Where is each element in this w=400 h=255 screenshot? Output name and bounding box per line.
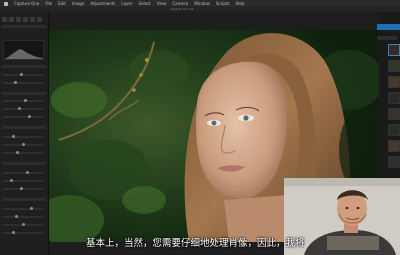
thumbnail[interactable] (388, 140, 400, 152)
active-tab[interactable] (377, 24, 400, 30)
apple-icon[interactable] (4, 1, 8, 6)
tools-panel (0, 12, 49, 255)
menu-item-edit[interactable]: Edit (58, 1, 66, 6)
thumbnail[interactable] (388, 60, 400, 72)
slider-handle[interactable] (14, 81, 17, 84)
slider-handle[interactable] (22, 223, 25, 226)
menu-item-window[interactable]: Window (194, 1, 210, 6)
slider-track[interactable] (3, 232, 43, 234)
tool-tab-details[interactable] (37, 16, 42, 22)
tool-tab-exposure[interactable] (30, 16, 35, 22)
tool-tabs (2, 16, 46, 22)
subtitle-caption: 基本上，当然，您需要仔细地处理肖像，因此，我将 (86, 238, 305, 249)
slider-track[interactable] (3, 216, 43, 218)
slider-handle[interactable] (18, 107, 21, 110)
slider-track[interactable] (3, 172, 43, 174)
slider-track[interactable] (3, 208, 43, 210)
thumbnail[interactable] (388, 124, 400, 136)
menu-item-select[interactable]: Select (139, 1, 151, 6)
slider-handle[interactable] (20, 73, 23, 76)
slider-track[interactable] (3, 74, 43, 76)
slider-track[interactable] (3, 188, 43, 190)
slider-track[interactable] (3, 180, 43, 182)
menu-item-layer[interactable]: Layer (121, 1, 132, 6)
histogram-icon (3, 40, 44, 60)
thumbnail[interactable] (388, 92, 400, 104)
menu-item-view[interactable]: View (157, 1, 167, 6)
tool-tab-lens[interactable] (16, 16, 21, 22)
slider-track[interactable] (3, 82, 43, 84)
section-header[interactable] (2, 162, 46, 165)
menu-item-camera[interactable]: Camera (172, 1, 188, 6)
slider-handle[interactable] (26, 171, 29, 174)
slider-handle[interactable] (28, 115, 31, 118)
menu-item-app[interactable]: Capture One (14, 1, 39, 6)
menu-item-help[interactable]: Help (236, 1, 245, 6)
slider-track[interactable] (3, 108, 43, 110)
slider-handle[interactable] (30, 207, 33, 210)
menu-item-scripts[interactable]: Scripts (216, 1, 230, 6)
section-header[interactable] (2, 198, 46, 201)
menu-item-file[interactable]: File (45, 1, 52, 6)
window-title: Capture One 21 (170, 7, 194, 11)
menu-bar: Capture One File Edit Image Adjustments … (0, 0, 400, 7)
slider-handle[interactable] (12, 135, 15, 138)
menu-item-adjustments[interactable]: Adjustments (90, 1, 115, 6)
window-titlebar: Capture One 21 (0, 7, 400, 12)
slider-track[interactable] (3, 100, 43, 102)
app-window: Capture One File Edit Image Adjustments … (0, 0, 400, 255)
panel-header (377, 36, 397, 40)
slider-handle[interactable] (10, 179, 13, 182)
caption-mask (327, 236, 379, 250)
section-header[interactable] (2, 92, 46, 95)
tool-tab-color[interactable] (23, 16, 28, 22)
section-header[interactable] (2, 25, 46, 28)
slider-track[interactable] (3, 136, 43, 138)
thumbnail[interactable] (388, 76, 400, 88)
slider-track[interactable] (3, 152, 43, 154)
slider-handle[interactable] (20, 187, 23, 190)
slider-handle[interactable] (24, 99, 27, 102)
slider-handle[interactable] (15, 215, 18, 218)
slider-track[interactable] (3, 116, 43, 118)
section-header[interactable] (2, 65, 46, 68)
slider-handle[interactable] (16, 151, 19, 154)
thumbnail[interactable] (388, 44, 400, 56)
tool-tab-capture[interactable] (9, 16, 14, 22)
slider-handle[interactable] (22, 143, 25, 146)
tool-tab-library[interactable] (2, 16, 7, 22)
menu-item-image[interactable]: Image (72, 1, 85, 6)
section-header[interactable] (2, 126, 46, 129)
slider-handle[interactable] (12, 231, 15, 234)
thumbnail[interactable] (388, 108, 400, 120)
thumbnail[interactable] (388, 156, 400, 168)
